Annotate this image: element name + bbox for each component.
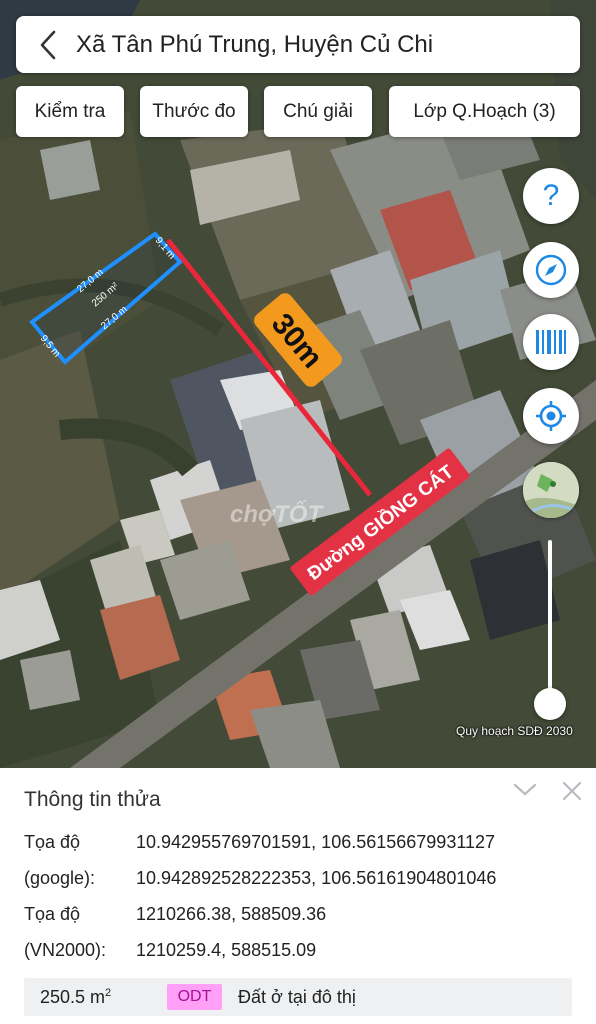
parcel-info-panel: Thông tin thửa Tọa độ 10.942955769701591… [0, 768, 596, 1024]
map-type-button[interactable] [523, 462, 579, 518]
help-icon: ? [542, 179, 560, 212]
help-button[interactable]: ? [523, 168, 579, 224]
distance-badge: 30m [254, 293, 342, 387]
land-type-label: Đất ở tại đô thị [238, 987, 356, 1007]
coord-value: 1210259.4, 588515.09 [136, 940, 317, 960]
locate-icon [536, 401, 566, 431]
opacity-slider-track[interactable] [548, 540, 552, 700]
barcode-button[interactable] [523, 314, 579, 370]
back-arrow-icon[interactable] [26, 16, 70, 73]
coord-value: 1210266.38, 588509.36 [136, 904, 327, 924]
satellite-thumbnail [523, 462, 579, 518]
coord-label: Tọa độ [24, 832, 81, 852]
barcode-icon [536, 330, 566, 354]
location-search-bar[interactable]: Xã Tân Phú Trung, Huyện Củ Chi [16, 16, 580, 73]
distance-line [166, 238, 372, 497]
measure-button[interactable]: Thước đo [140, 86, 248, 137]
planning-layer-button[interactable]: Lớp Q.Hoạch (3) [389, 86, 580, 137]
parcel-area: 250.5 m2 [40, 987, 111, 1008]
compass-icon [535, 254, 567, 286]
coord-label: (google): [24, 868, 96, 888]
area-unit-sup: 2 [105, 987, 112, 999]
location-title: Xã Tân Phú Trung, Huyện Củ Chi [76, 30, 434, 58]
road-name-label: Đường GIỒNG CÁT [303, 460, 458, 584]
close-icon[interactable] [561, 780, 583, 807]
coord-label: Tọa độ [24, 904, 81, 924]
planning-label: Quy hoạch SDĐ 2030 [456, 724, 573, 738]
locate-button[interactable] [523, 388, 579, 444]
parcel-area-value: 250.5 m [40, 987, 106, 1007]
legend-button[interactable]: Chú giải [264, 86, 372, 137]
check-button[interactable]: Kiểm tra [16, 86, 124, 137]
opacity-slider-thumb[interactable] [534, 688, 566, 720]
compass-button[interactable] [523, 242, 579, 298]
land-use-row[interactable]: 250.5 m2 ODT Đất ở tại đô thị [24, 978, 572, 1016]
satellite-map[interactable]: 27,0 m 250 m² 27,0 m 9,1 m 9,5 m 30m Đườ… [0, 0, 596, 768]
collapse-chevron-icon[interactable] [513, 782, 537, 803]
coord-label: (VN2000): [24, 940, 107, 960]
watermark: chợTỐT [230, 500, 324, 528]
coord-value: 10.942955769701591, 106.56156679931127 [136, 832, 496, 852]
coord-value: 10.942892528222353, 106.56161904801046 [136, 868, 497, 888]
land-code-badge: ODT [167, 984, 222, 1010]
panel-title: Thông tin thửa [24, 788, 161, 811]
